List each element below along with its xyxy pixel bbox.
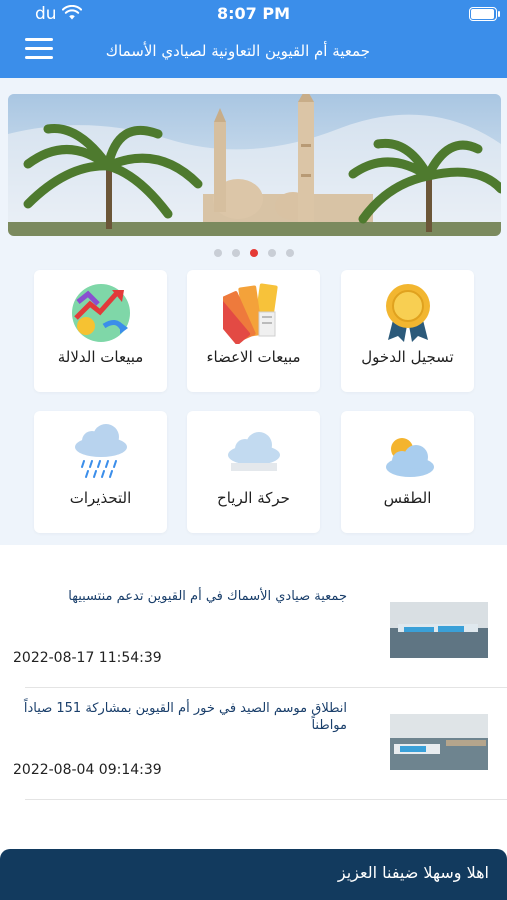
tile-wind-label: حركة الرياح [217,489,290,507]
news-date: 2022-08-04 09:14:39 [13,762,162,778]
tile-wind[interactable]: حركة الرياح [187,411,320,533]
carousel-dot[interactable] [285,249,294,257]
news-thumbnail [390,602,488,658]
wind-cloud-icon [187,423,320,485]
news-title: انطلاق موسم الصيد في خور أم القيوين بمشا… [23,701,347,733]
mosque-banner-image [8,94,501,236]
news-divider [25,799,507,800]
news-date: 2022-08-17 11:54:39 [13,650,162,666]
carousel-dots [0,249,507,257]
tile-login[interactable]: تسجيل الدخول [341,270,474,392]
tile-login-label: تسجيل الدخول [361,348,454,366]
hamburger-icon[interactable] [25,38,53,62]
tile-auction-sales-label: مبيعات الدلالة [57,348,144,366]
top-bar: du 8:07 PM جمعية أم القيوين التعاونية لص… [0,0,507,78]
page-title: جمعية أم القيوين التعاونية لصيادي الأسما… [105,42,370,60]
tile-weather-label: الطقس [383,489,432,507]
carousel-dot[interactable] [231,249,240,257]
sun-cloud-icon [341,423,474,485]
tile-member-sales[interactable]: مبيعات الاعضاء [187,270,320,392]
news-item[interactable]: جمعية صيادي الأسماك في أم القيوين تدعم م… [0,575,507,687]
carousel-dot[interactable] [249,249,258,257]
news-title: جمعية صيادي الأسماك في أم القيوين تدعم م… [68,589,347,604]
tile-warnings-label: التحذيرات [69,489,132,507]
carousel-dot[interactable] [267,249,276,257]
tile-member-sales-label: مبيعات الاعضاء [206,348,301,366]
carousel-dot[interactable] [213,249,222,257]
medal-icon [341,282,474,344]
sales-chart-icon [34,282,167,344]
tile-auction-sales[interactable]: مبيعات الدلالة [34,270,167,392]
tile-weather[interactable]: الطقس [341,411,474,533]
status-bar: du 8:07 PM [0,0,507,28]
battery-icon [469,7,500,21]
tile-warnings[interactable]: التحذيرات [34,411,167,533]
news-item[interactable]: انطلاق موسم الصيد في خور أم القيوين بمشا… [0,688,507,800]
rain-cloud-icon [34,423,167,485]
banner-carousel[interactable] [8,94,501,236]
status-time: 8:07 PM [216,4,290,23]
news-thumbnail [390,714,488,770]
welcome-text: اهلا وسهلا ضيفنا العزيز [337,863,489,882]
welcome-bar: اهلا وسهلا ضيفنا العزيز [0,849,507,900]
color-palette-icon [187,282,320,345]
